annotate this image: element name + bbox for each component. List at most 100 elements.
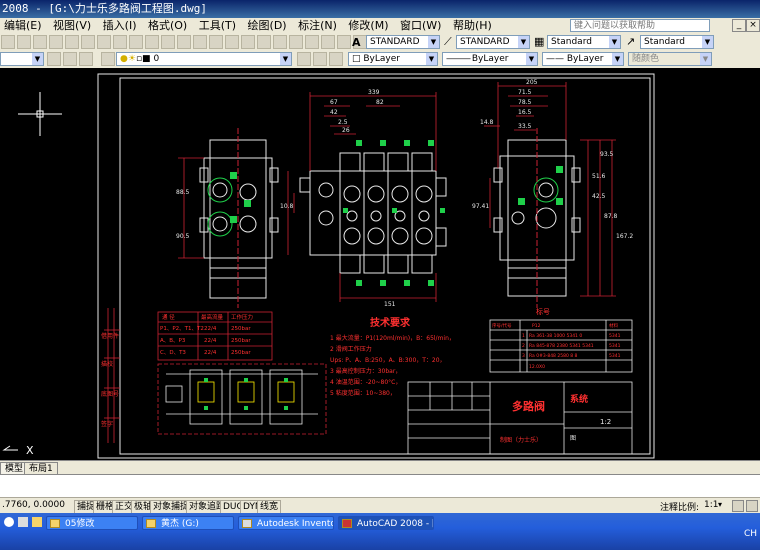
match-properties-icon[interactable]	[145, 35, 159, 49]
zoom-previous-icon[interactable]	[241, 35, 255, 49]
dim-text: 67	[330, 99, 338, 106]
menu-edit[interactable]: 编辑(E)	[0, 18, 46, 34]
undo-icon[interactable]	[161, 35, 175, 49]
svg-text:5341: 5341	[609, 353, 621, 359]
middle-view	[299, 152, 447, 274]
menu-help[interactable]: 帮助(H)	[449, 18, 496, 34]
task-drive-g[interactable]: 黄杰 (G:)	[142, 516, 234, 530]
menu-modify[interactable]: 修改(M)	[344, 18, 392, 34]
layer-states-icon[interactable]	[63, 52, 77, 66]
desktop-icon[interactable]	[18, 517, 28, 527]
cut-icon[interactable]	[97, 35, 111, 49]
svg-text:Ra 0#3-848 2580 8 8: Ra 0#3-848 2580 8 8	[529, 353, 578, 359]
menu-dimension[interactable]: 标注(N)	[294, 18, 341, 34]
layer-select[interactable]: ●☀▫■ 0 ▼	[116, 52, 292, 66]
zoom-window-icon[interactable]	[225, 35, 239, 49]
plot-icon[interactable]	[49, 35, 63, 49]
menu-view[interactable]: 视图(V)	[49, 18, 95, 34]
layer-walk-icon[interactable]	[329, 52, 343, 66]
layer-previous-icon[interactable]	[101, 52, 115, 66]
menu-tools[interactable]: 工具(T)	[195, 18, 240, 34]
save-icon[interactable]	[33, 35, 47, 49]
help-search-input[interactable]: 键入问题以获取帮助	[570, 19, 710, 32]
dim-style-select[interactable]: STANDARD ▼	[456, 35, 530, 49]
color-select[interactable]: □ ByLayer ▼	[348, 52, 438, 66]
workspace-select[interactable]: ▼	[0, 52, 44, 66]
make-current-icon[interactable]	[79, 52, 93, 66]
window-title-bar: 2008 - [G:\力士乐多路阀工程图.dwg]	[0, 0, 760, 18]
dim-text: 26	[342, 127, 350, 134]
redo-icon[interactable]	[177, 35, 191, 49]
svg-text:技术要求: 技术要求	[370, 316, 411, 329]
svg-text:1:2: 1:2	[600, 418, 611, 426]
ie-icon[interactable]	[4, 517, 14, 527]
svg-text:5341: 5341	[609, 343, 621, 349]
open-file-icon[interactable]	[17, 35, 31, 49]
svg-text:12.0X0: 12.0X0	[529, 364, 545, 370]
layer-tools-icon[interactable]	[297, 52, 311, 66]
explorer-icon[interactable]	[32, 517, 42, 527]
copy-icon[interactable]	[113, 35, 127, 49]
dim-text: 87.8	[604, 213, 618, 220]
text-style-select[interactable]: STANDARD ▼	[366, 35, 440, 49]
dim-text: 42	[330, 109, 338, 116]
sheet-set-icon[interactable]	[305, 35, 319, 49]
calculator-icon[interactable]	[337, 35, 351, 49]
svg-text:250bar: 250bar	[231, 326, 251, 332]
layer-manager-icon[interactable]	[47, 52, 61, 66]
markup-icon[interactable]	[321, 35, 335, 49]
svg-text:5 粘度范围：10~380，: 5 粘度范围：10~380，	[330, 389, 396, 397]
layer-isolate-icon[interactable]	[313, 52, 327, 66]
coordinate-readout: .7760, 0.0000	[2, 500, 65, 510]
dim-text: 71.5	[518, 89, 532, 96]
drawing-svg[interactable]: X 借用件描校底图号签字 339 67 82 42 2.5 26 205 71.…	[0, 68, 760, 460]
svg-text:图: 图	[570, 435, 576, 442]
table-style-select[interactable]: Standard ▼	[547, 35, 621, 49]
parts-table-text: 序号/代号 P12 材料 1 Ra 361-38 1000 5341 0 5341 2R…	[492, 322, 621, 370]
dim-text: 151	[384, 301, 396, 308]
task-autocad[interactable]: AutoCAD 2008 - [...	[338, 516, 434, 530]
lineweight-button[interactable]: 线宽	[257, 500, 282, 514]
pan-icon[interactable]	[193, 35, 207, 49]
properties-icon[interactable]	[257, 35, 271, 49]
new-file-icon[interactable]	[1, 35, 15, 49]
lineweight-select[interactable]: —— ByLayer ▼	[542, 52, 624, 66]
menu-insert[interactable]: 插入(I)	[99, 18, 141, 34]
plotstyle-select[interactable]: 随颜色 ▼	[628, 52, 712, 66]
annotation-visibility-icon[interactable]	[732, 500, 744, 512]
dim-text: 97.41	[472, 203, 489, 210]
standard-toolbar: A STANDARD ▼ ⟋ STANDARD ▼ ▦ Standard ▼ ↗ St…	[0, 34, 760, 52]
publish-icon[interactable]	[81, 35, 95, 49]
svg-text:P1、P2、T1、T2: P1、P2、T1、T2	[160, 326, 204, 332]
design-center-icon[interactable]	[273, 35, 287, 49]
paste-icon[interactable]	[129, 35, 143, 49]
task-05-modify[interactable]: 05修改	[46, 516, 138, 530]
zoom-realtime-icon[interactable]	[209, 35, 223, 49]
title-block-text: 多路阀 制图（力士乐） 系统 1:2 图	[500, 393, 611, 444]
dim-text: 42.5	[592, 193, 606, 200]
language-indicator[interactable]: CH	[744, 529, 757, 539]
task-inventor[interactable]: Autodesk Invento...	[238, 516, 334, 530]
tool-palette-icon[interactable]	[289, 35, 303, 49]
multileader-style-select[interactable]: Standard ▼	[640, 35, 714, 49]
command-line[interactable]	[0, 474, 760, 497]
linetype-select[interactable]: ——— ByLayer ▼	[442, 52, 538, 66]
menu-window[interactable]: 窗口(W)	[396, 18, 445, 34]
menu-format[interactable]: 格式(O)	[144, 18, 191, 34]
minimize-icon[interactable]: _	[732, 19, 746, 32]
svg-text:Ups: P、A、B:250，A、B:300，T：20，: Ups: P、A、B:250，A、B:300，T：20，	[330, 357, 446, 364]
drawing-canvas[interactable]: X 借用件 描校 底图号 签字 339 67 82 42 2.5 26 205 …	[0, 68, 760, 460]
annotation-scale-value[interactable]: 1:1	[704, 500, 718, 510]
chevron-down-icon[interactable]: ▾	[718, 500, 722, 509]
svg-text:系统: 系统	[570, 393, 588, 405]
svg-text:Ra 361-38 1000 5341 0: Ra 361-38 1000 5341 0	[529, 333, 582, 339]
svg-text:3: 3	[522, 353, 525, 359]
svg-text:P12: P12	[532, 323, 541, 329]
preview-icon[interactable]	[65, 35, 79, 49]
svg-text:C、D、T3: C、D、T3	[160, 350, 186, 356]
svg-text:A、B、P3: A、B、P3	[160, 338, 186, 344]
clean-screen-icon[interactable]	[746, 500, 758, 512]
close-icon[interactable]: ×	[746, 19, 760, 32]
svg-text:1 最大流量：P1(120ml/min)，B：65l/min: 1 最大流量：P1(120ml/min)，B：65l/min，	[330, 334, 455, 342]
menu-draw[interactable]: 绘图(D)	[244, 18, 291, 34]
